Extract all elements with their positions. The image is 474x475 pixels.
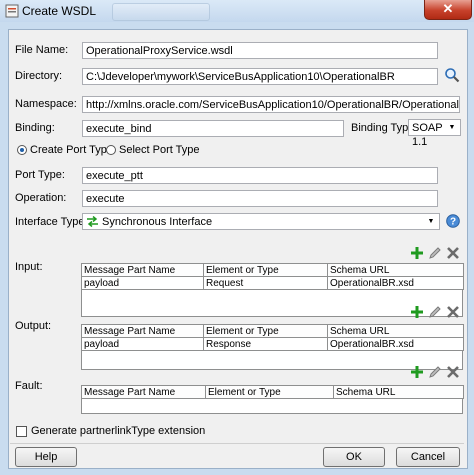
interface-type-label: Interface Type: bbox=[15, 216, 88, 228]
create-port-type-label: Create Port Type bbox=[30, 144, 113, 156]
column-header[interactable]: Message Part Name bbox=[81, 324, 204, 338]
ok-button[interactable]: OK bbox=[323, 447, 385, 467]
directory-label: Directory: bbox=[15, 70, 63, 82]
select-port-type-radio[interactable] bbox=[106, 145, 116, 155]
directory-field[interactable]: C:\Jdeveloper\mywork\ServiceBusApplicati… bbox=[82, 68, 438, 85]
generate-partnerlink-checkbox[interactable] bbox=[16, 426, 27, 437]
column-header[interactable]: Schema URL bbox=[327, 324, 464, 338]
x-icon[interactable] bbox=[446, 246, 460, 260]
table-row[interactable]: payload Request OperationalBR.xsd bbox=[81, 276, 464, 290]
operation-field[interactable]: execute bbox=[82, 190, 438, 207]
column-header[interactable]: Element or Type bbox=[203, 324, 328, 338]
question-icon[interactable]: ? bbox=[446, 214, 460, 228]
x-icon[interactable] bbox=[446, 305, 460, 319]
binding-type-select[interactable]: SOAP 1.1 ▼ bbox=[408, 119, 461, 148]
column-header[interactable]: Element or Type bbox=[203, 263, 328, 277]
column-header[interactable]: Element or Type bbox=[205, 385, 334, 399]
fault-table: Message Part Name Element or Type Schema… bbox=[81, 385, 464, 399]
column-header[interactable]: Schema URL bbox=[327, 263, 464, 277]
magnifier-icon[interactable] bbox=[444, 67, 460, 83]
file-name-field[interactable]: OperationalProxyService.wsdl bbox=[82, 42, 438, 59]
column-header[interactable]: Message Part Name bbox=[81, 263, 204, 277]
plus-icon[interactable] bbox=[410, 305, 424, 319]
binding-field[interactable]: execute_bind bbox=[82, 120, 344, 137]
fault-label: Fault: bbox=[15, 380, 43, 392]
divider bbox=[10, 443, 464, 444]
pencil-icon[interactable] bbox=[428, 246, 442, 260]
cancel-button[interactable]: Cancel bbox=[396, 447, 460, 467]
port-type-label: Port Type: bbox=[15, 169, 65, 181]
interface-type-value: Synchronous Interface bbox=[102, 216, 213, 228]
generate-partnerlink-label: Generate partnerlinkType extension bbox=[31, 425, 206, 437]
table-row[interactable]: payload Response OperationalBR.xsd bbox=[81, 337, 464, 351]
app-icon bbox=[5, 4, 19, 18]
sync-arrows-icon bbox=[87, 216, 98, 227]
binding-label: Binding: bbox=[15, 122, 55, 134]
namespace-label: Namespace: bbox=[15, 98, 77, 110]
create-port-type-radio[interactable] bbox=[17, 145, 27, 155]
table-cell: OperationalBR.xsd bbox=[327, 276, 464, 290]
window-title: Create WSDL bbox=[22, 4, 97, 18]
output-table: Message Part Name Element or Type Schema… bbox=[81, 324, 464, 351]
table-cell: Response bbox=[203, 337, 328, 351]
svg-text:?: ? bbox=[450, 217, 456, 228]
chevron-down-icon: ▼ bbox=[427, 217, 435, 225]
title-bar: Create WSDL ✕ bbox=[0, 0, 474, 22]
namespace-field[interactable]: http://xmlns.oracle.com/ServiceBusApplic… bbox=[82, 96, 460, 113]
input-label: Input: bbox=[15, 261, 43, 273]
table-cell: Request bbox=[203, 276, 328, 290]
file-name-label: File Name: bbox=[15, 44, 69, 56]
chevron-down-icon: ▼ bbox=[448, 123, 456, 131]
close-button[interactable]: ✕ bbox=[424, 0, 472, 20]
input-table: Message Part Name Element or Type Schema… bbox=[81, 263, 464, 290]
table-cell: payload bbox=[81, 276, 204, 290]
interface-type-select[interactable]: Synchronous Interface ▼ bbox=[82, 213, 440, 230]
x-icon[interactable] bbox=[446, 365, 460, 379]
select-port-type-label: Select Port Type bbox=[119, 144, 200, 156]
help-button[interactable]: Help bbox=[15, 447, 77, 467]
background-tab bbox=[112, 3, 210, 21]
port-type-field[interactable]: execute_ptt bbox=[82, 167, 438, 184]
table-cell: OperationalBR.xsd bbox=[327, 337, 464, 351]
table-cell: payload bbox=[81, 337, 204, 351]
pencil-icon[interactable] bbox=[428, 305, 442, 319]
output-label: Output: bbox=[15, 320, 52, 332]
pencil-icon[interactable] bbox=[428, 365, 442, 379]
column-header[interactable]: Schema URL bbox=[333, 385, 464, 399]
column-header[interactable]: Message Part Name bbox=[81, 385, 206, 399]
plus-icon[interactable] bbox=[410, 365, 424, 379]
plus-icon[interactable] bbox=[410, 246, 424, 260]
operation-label: Operation: bbox=[15, 192, 67, 204]
